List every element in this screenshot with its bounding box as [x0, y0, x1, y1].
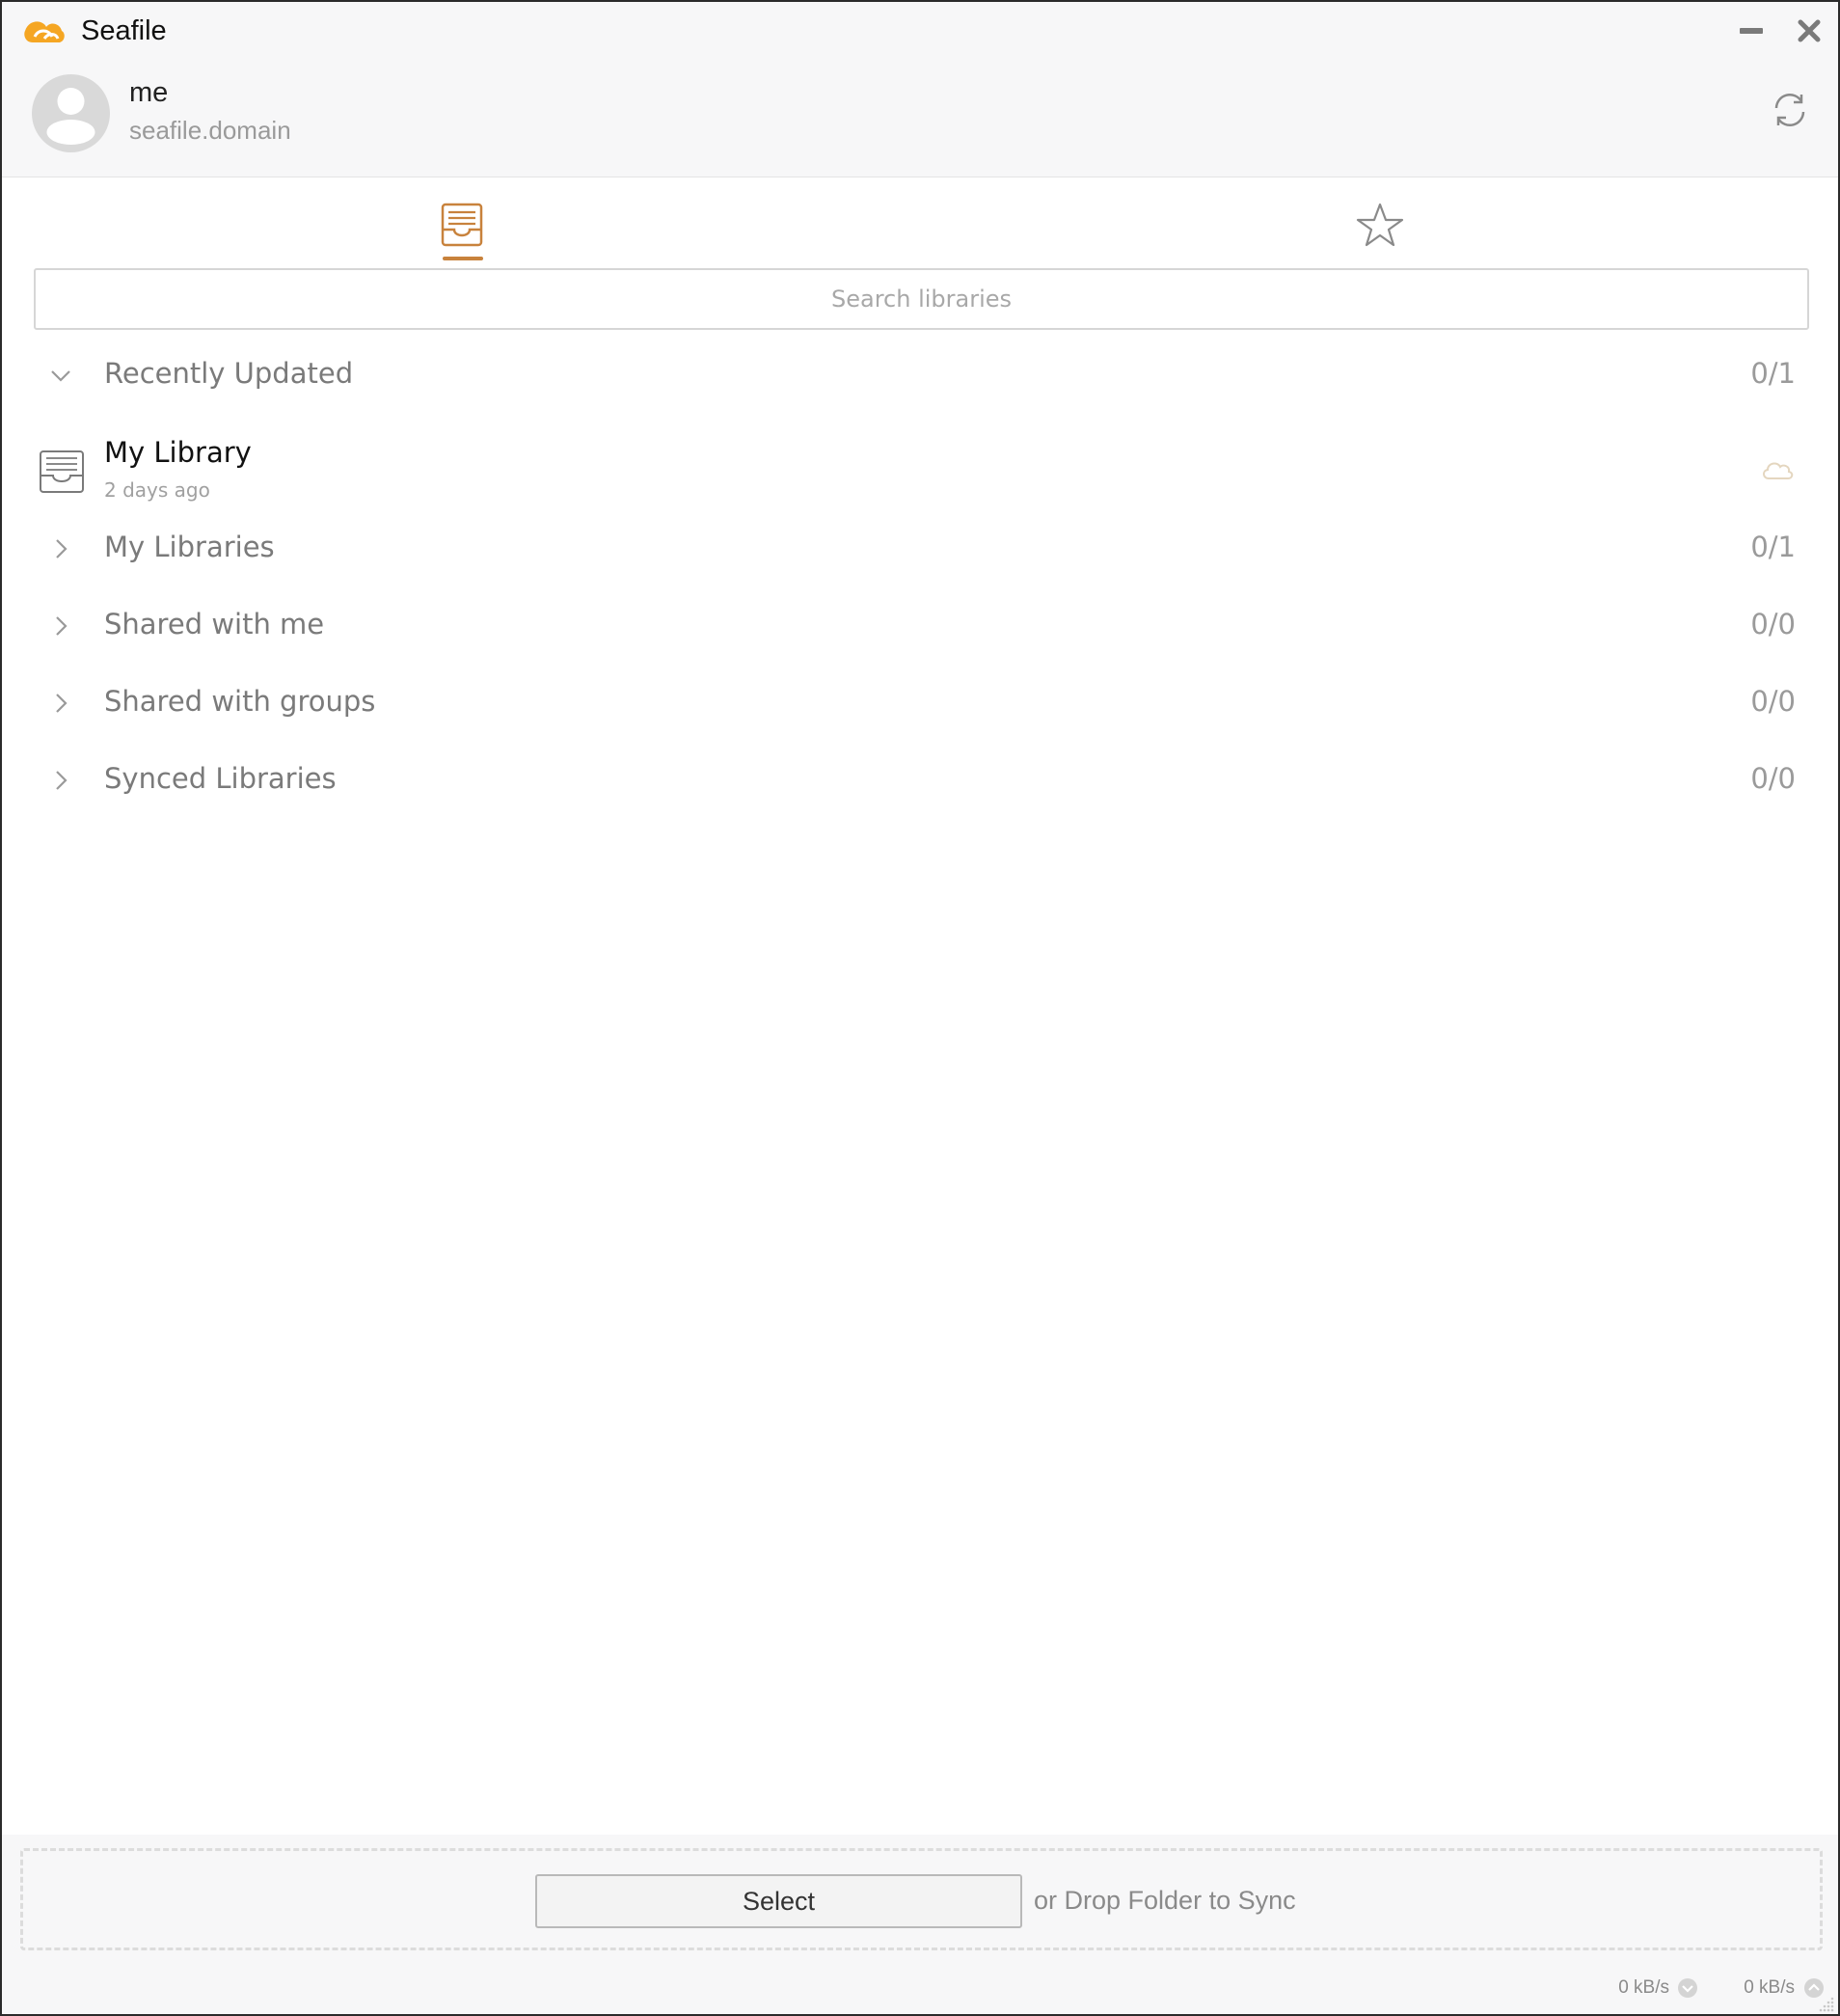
avatar[interactable] — [32, 74, 110, 152]
chevron-right-icon — [56, 616, 68, 636]
repo-row[interactable]: My Library 2 days ago — [2, 422, 1838, 519]
star-icon — [1356, 203, 1404, 247]
seafile-window: Seafile me seafile.domain Search librari… — [0, 0, 1840, 2016]
group-recently-updated[interactable]: Recently Updated 0/1 — [2, 341, 1838, 409]
drop-hint: or Drop Folder to Sync — [1034, 1886, 1296, 1915]
tab-bar — [2, 177, 1838, 264]
account-server: seafile.domain — [129, 116, 291, 145]
tab-starred[interactable] — [1351, 199, 1409, 259]
window-title: Seafile — [81, 15, 167, 46]
download-arrow-icon — [1678, 1978, 1697, 1998]
group-count: 0/1 — [1750, 531, 1796, 563]
group-count: 0/0 — [1750, 685, 1796, 718]
chevron-down-icon — [51, 370, 70, 382]
group-synced-libraries[interactable]: Synced Libraries 0/0 — [2, 747, 1838, 814]
close-icon[interactable] — [1792, 14, 1826, 48]
group-shared-with-groups[interactable]: Shared with groups 0/0 — [2, 669, 1838, 737]
select-folder-button[interactable]: Select — [535, 1874, 1022, 1928]
tab-libraries[interactable] — [433, 199, 491, 259]
repo-name: My Library — [104, 436, 252, 469]
account-header: me seafile.domain — [2, 64, 1838, 177]
drop-folder-zone[interactable]: Select or Drop Folder to Sync — [20, 1848, 1823, 1950]
group-label: Recently Updated — [104, 357, 354, 390]
group-count: 0/0 — [1750, 608, 1796, 640]
refresh-icon[interactable] — [1769, 89, 1811, 131]
library-tray-icon — [441, 203, 483, 247]
seafile-logo-icon — [24, 21, 65, 42]
group-count: 0/0 — [1750, 762, 1796, 795]
chevron-right-icon — [56, 694, 68, 713]
group-label: Shared with groups — [104, 685, 376, 718]
search-input[interactable] — [34, 268, 1809, 330]
library-tray-icon — [40, 450, 84, 493]
active-tab-indicator — [443, 257, 483, 260]
group-count: 0/1 — [1750, 357, 1796, 390]
group-my-libraries[interactable]: My Libraries 0/1 — [2, 515, 1838, 583]
cloud-icon[interactable] — [1759, 455, 1796, 484]
group-label: Synced Libraries — [104, 762, 337, 795]
download-rate: 0 kB/s — [1618, 1977, 1669, 1998]
title-bar: Seafile — [2, 2, 1838, 64]
chevron-right-icon — [56, 771, 68, 790]
minimize-icon[interactable] — [1734, 14, 1769, 48]
user-silhouette-icon — [46, 88, 95, 145]
group-shared-with-me[interactable]: Shared with me 0/0 — [2, 592, 1838, 660]
chevron-right-icon — [56, 539, 68, 558]
repo-updated-time: 2 days ago — [104, 478, 210, 502]
resize-grip-icon[interactable] — [1815, 1993, 1836, 2014]
upload-rate: 0 kB/s — [1744, 1977, 1795, 1998]
account-name: me — [129, 77, 169, 108]
group-label: My Libraries — [104, 531, 275, 563]
status-bar: 0 kB/s 0 kB/s — [2, 1970, 1838, 2014]
group-label: Shared with me — [104, 608, 325, 640]
